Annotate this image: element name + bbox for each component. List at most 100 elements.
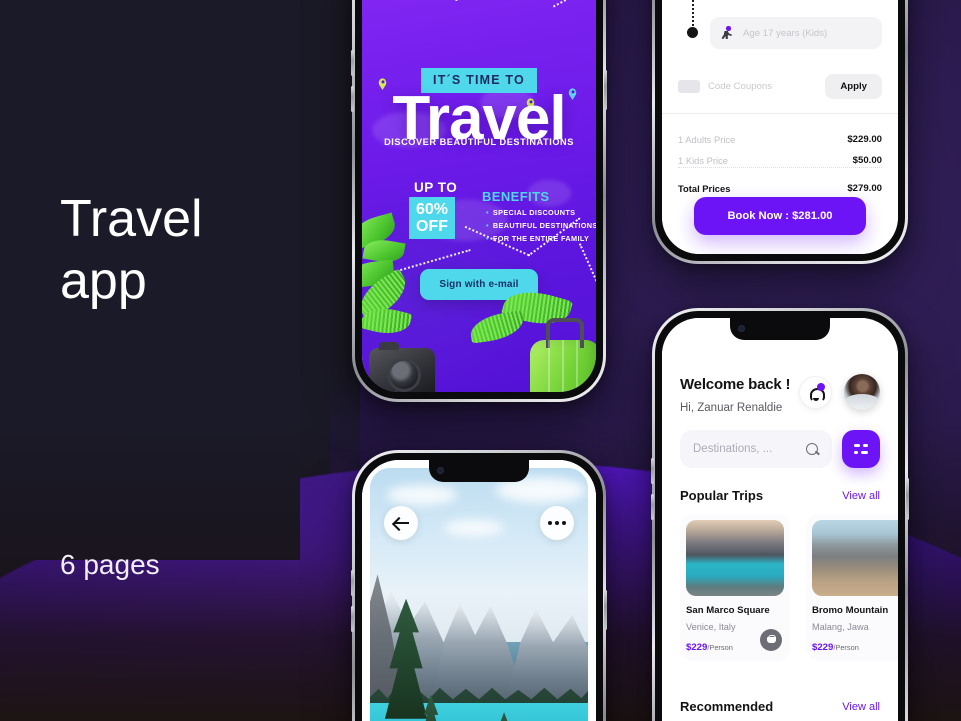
price-row-value: $229.00 <box>847 133 882 145</box>
section-title: Recommended <box>680 699 774 714</box>
phone-notch <box>429 460 529 482</box>
coupon-input-placeholder[interactable]: Code Coupons <box>708 81 817 92</box>
trip-card-location: Malang, Jawa <box>812 622 869 632</box>
showcase-title-line-1: Travel <box>60 190 203 248</box>
trip-card-price-unit: /Person <box>707 643 733 652</box>
traveler-icon <box>720 26 734 40</box>
timeline-dot <box>687 27 698 38</box>
camera-illustration <box>369 342 435 392</box>
front-camera <box>738 325 745 332</box>
promo-benefit-item: FOR THE ENTIRE FAMILY <box>486 234 589 243</box>
detail-content <box>362 460 596 721</box>
greeting-subtitle: Hi, Zanuar Renaldie <box>680 402 783 414</box>
phone-mockup-promo: IT´S TIME TO Travel DISCOVER BEAUTIFUL D… <box>351 0 607 402</box>
greeting-title: Welcome back ! <box>680 376 791 393</box>
section-title: Popular Trips <box>680 488 764 503</box>
arrow-left-icon <box>393 517 409 529</box>
total-price-row: Total Prices $279.00 <box>678 180 882 196</box>
phone-mockup-home: Welcome back ! Hi, Zanuar Renaldie Desti… <box>651 308 909 721</box>
cart-icon <box>766 635 777 645</box>
phone-bezel <box>355 453 603 721</box>
pages-count-label: 6 pages <box>60 549 160 580</box>
phone-bezel: Welcome back ! Hi, Zanuar Renaldie Desti… <box>655 311 905 721</box>
trip-card-thumbnail <box>812 520 898 596</box>
phone-bezel: IT´S TIME TO Travel DISCOVER BEAUTIFUL D… <box>355 0 603 399</box>
promo-discount-unit: OFF <box>416 218 448 235</box>
promo-benefit-item: BEAUTIFUL DESTINATIONS <box>486 221 596 230</box>
phone-volume-down-button[interactable] <box>651 494 654 520</box>
booking-content: Age 17 years (Kids) Code Coupons Apply 1… <box>662 0 898 254</box>
total-price-value: $279.00 <box>847 182 882 194</box>
more-options-button[interactable] <box>540 506 574 540</box>
trip-card-price-value: $229 <box>812 642 834 653</box>
trip-card[interactable]: San Marco Square Venice, Italy $229/Pers… <box>680 514 790 661</box>
promo-background: IT´S TIME TO Travel DISCOVER BEAUTIFUL D… <box>362 0 596 392</box>
promo-subtitle: DISCOVER BEAUTIFUL DESTINATIONS <box>384 137 574 147</box>
filter-icon <box>854 444 868 454</box>
search-placeholder: Destinations, ... <box>693 443 773 455</box>
promo-discount-box: 60% OFF <box>409 197 455 239</box>
promo-benefit-item: SPECIAL DISCOUNTS <box>486 208 575 217</box>
trip-card-thumbnail <box>686 520 784 596</box>
section-divider <box>662 113 898 114</box>
front-camera <box>437 467 444 474</box>
phone-power-button[interactable] <box>604 70 607 110</box>
phone-power-button[interactable] <box>906 478 909 520</box>
avatar[interactable] <box>844 374 880 410</box>
section-header-recommended: Recommended View all <box>680 699 880 714</box>
booking-screen: Age 17 years (Kids) Code Coupons Apply 1… <box>662 0 898 254</box>
book-now-button[interactable]: Book Now : $281.00 <box>694 197 866 235</box>
notification-badge-dot <box>817 383 825 391</box>
promo-screen: IT´S TIME TO Travel DISCOVER BEAUTIFUL D… <box>362 0 596 392</box>
promo-upto-label: UP TO <box>414 180 458 195</box>
apply-coupon-button[interactable]: Apply <box>825 73 882 99</box>
promo-discount-value: 60% <box>415 201 449 218</box>
phone-volume-up-button[interactable] <box>651 458 654 484</box>
price-dotted-divider <box>678 167 882 168</box>
home-screen: Welcome back ! Hi, Zanuar Renaldie Desti… <box>662 318 898 721</box>
promo-benefits-heading: BENEFITS <box>482 189 550 204</box>
view-all-link[interactable]: View all <box>842 490 880 502</box>
trip-card-price-unit: /Person <box>833 643 859 652</box>
phone-volume-down-button[interactable] <box>351 86 354 112</box>
view-all-link[interactable]: View all <box>842 701 880 713</box>
phone-bezel: Age 17 years (Kids) Code Coupons Apply 1… <box>655 0 905 261</box>
phone-volume-up-button[interactable] <box>351 50 354 76</box>
total-price-label: Total Prices <box>678 182 731 194</box>
search-icon[interactable] <box>806 442 819 456</box>
age-field[interactable]: Age 17 years (Kids) <box>710 17 882 49</box>
showcase-title-line-2: app <box>60 252 147 310</box>
phone-mockup-booking: Age 17 years (Kids) Code Coupons Apply 1… <box>652 0 908 264</box>
phone-notch <box>730 318 830 340</box>
phone-volume-up-button[interactable] <box>351 570 354 596</box>
showcase-title: Travel app <box>60 188 203 312</box>
trip-card-name: Bromo Mountain <box>812 605 889 616</box>
home-content: Welcome back ! Hi, Zanuar Renaldie Desti… <box>662 318 898 721</box>
back-button[interactable] <box>384 506 418 540</box>
notifications-button[interactable] <box>799 376 832 409</box>
section-header-popular: Popular Trips View all <box>680 488 880 503</box>
coupon-row: Code Coupons Apply <box>678 71 882 101</box>
trip-card-price: $229/Person <box>812 637 898 655</box>
price-row-label: 1 Kids Price <box>678 154 729 166</box>
more-horizontal-icon <box>548 521 566 525</box>
price-row-label: 1 Adults Price <box>678 133 736 145</box>
suitcase-illustration <box>530 340 596 392</box>
add-to-cart-button[interactable] <box>760 629 782 651</box>
age-field-placeholder: Age 17 years (Kids) <box>743 27 828 39</box>
trip-card[interactable]: Bromo Mountain Malang, Jawa $229/Person <box>806 514 898 661</box>
price-row-value: $50.00 <box>852 154 882 166</box>
price-row: 1 Adults Price $229.00 <box>678 131 882 147</box>
phone-mockup-detail <box>351 450 607 721</box>
price-row: 1 Kids Price $50.00 <box>678 152 882 168</box>
presentation-stage: Travel app 6 pages IT´S TIME TO Travel D… <box>0 0 961 721</box>
trip-card-name: San Marco Square <box>686 605 770 616</box>
coupon-icon <box>678 79 700 93</box>
phone-volume-down-button[interactable] <box>351 606 354 632</box>
search-input[interactable]: Destinations, ... <box>680 430 832 468</box>
timeline-connector <box>692 0 694 30</box>
filter-button[interactable] <box>842 430 880 468</box>
phone-power-button[interactable] <box>604 590 607 630</box>
detail-screen <box>362 460 596 721</box>
greeting-block: Welcome back ! Hi, Zanuar Renaldie <box>680 376 791 414</box>
